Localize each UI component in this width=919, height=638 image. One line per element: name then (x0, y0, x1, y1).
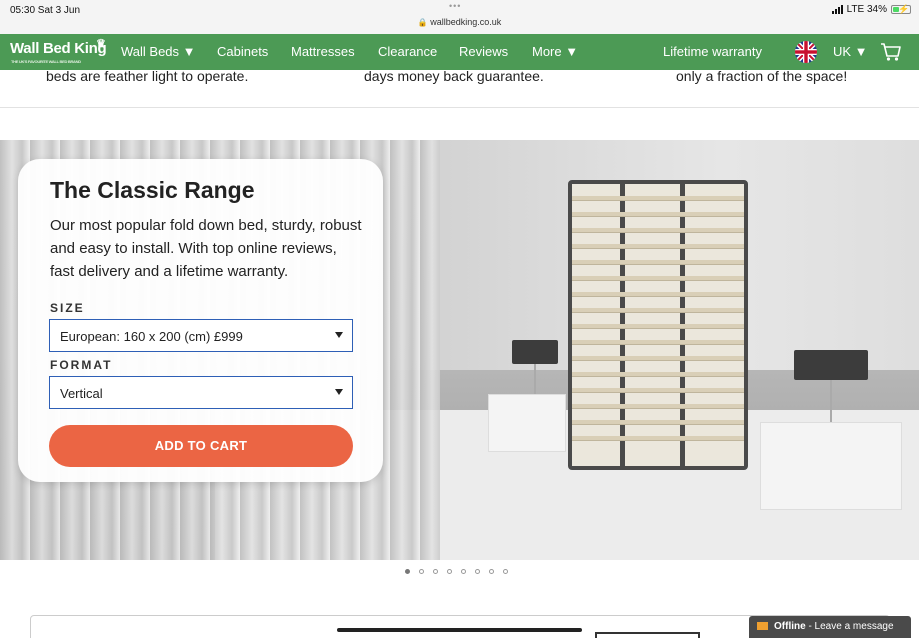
carousel-dot[interactable] (503, 569, 508, 574)
chat-widget[interactable]: Offline - Leave a message (749, 616, 911, 638)
status-time: 05:30 Sat 3 Jun (10, 5, 81, 16)
product-title: The Classic Range (50, 177, 255, 203)
region-selector[interactable]: UK ▼ (833, 44, 868, 59)
nav-item-cabinets[interactable]: Cabinets (217, 44, 268, 59)
battery-icon: ⚡ (891, 4, 911, 14)
network-status: LTE 34% (846, 4, 887, 15)
right-lamp (794, 350, 868, 380)
carousel-dot[interactable] (447, 569, 452, 574)
left-nightstand (488, 394, 566, 452)
address-bar[interactable]: 🔒 wallbedking.co.uk (0, 17, 919, 27)
carousel-dot[interactable] (419, 569, 424, 574)
status-bar: 05:30 Sat 3 Jun ••• 🔒 wallbedking.co.uk … (0, 0, 919, 34)
usp-strip: beds are feather light to operate. days … (0, 68, 919, 108)
cart-icon[interactable] (880, 42, 902, 67)
carousel-dots (405, 569, 508, 574)
dropdown-caret-icon (335, 389, 343, 395)
usp-text-right: only a fraction of the space! (676, 68, 848, 84)
crown-icon: ♛ (96, 38, 106, 50)
lifetime-warranty-link[interactable]: Lifetime warranty (663, 44, 762, 59)
uk-flag-icon[interactable] (795, 41, 817, 63)
dropdown-caret-icon (335, 332, 343, 338)
main-navigation: Wall Bed King ♛ THE UK'S FAVOURITE WALL … (0, 34, 919, 70)
site-logo[interactable]: Wall Bed King ♛ THE UK'S FAVOURITE WALL … (10, 38, 107, 64)
section-heading-bar (337, 628, 582, 632)
size-label: SIZE (50, 301, 85, 315)
add-to-cart-button[interactable]: ADD TO CART (49, 425, 353, 467)
size-select[interactable]: European: 160 x 200 (cm) £999 (49, 319, 353, 352)
chat-status: Offline (774, 621, 806, 632)
format-label: FORMAT (50, 358, 113, 372)
format-select[interactable]: Vertical (49, 376, 353, 409)
signal-icon (831, 5, 843, 14)
page: 05:30 Sat 3 Jun ••• 🔒 wallbedking.co.uk … (0, 0, 919, 638)
product-description: Our most popular fold down bed, sturdy, … (50, 217, 362, 280)
carousel-dot[interactable] (489, 569, 494, 574)
carousel-dot[interactable] (475, 569, 480, 574)
nav-item-more[interactable]: More ▼ (532, 44, 578, 59)
left-lamp (512, 340, 558, 364)
mail-icon (757, 622, 768, 630)
logo-tagline: THE UK'S FAVOURITE WALL BED BRAND (11, 59, 81, 64)
logo-text: Wall Bed King (10, 40, 107, 57)
nav-item-reviews[interactable]: Reviews (459, 44, 508, 59)
carousel-dot[interactable] (461, 569, 466, 574)
nav-item-clearance[interactable]: Clearance (378, 44, 437, 59)
carousel-dot[interactable] (405, 569, 410, 574)
carousel-dot[interactable] (433, 569, 438, 574)
status-indicators: LTE 34% ⚡ (831, 4, 911, 15)
right-nightstand (760, 422, 902, 510)
chat-message: - Leave a message (805, 621, 894, 632)
size-select-value: European: 160 x 200 (cm) £999 (60, 329, 243, 344)
url-text: wallbedking.co.uk (430, 17, 502, 27)
usp-text-left: beds are feather light to operate. (46, 68, 249, 84)
format-select-value: Vertical (60, 386, 103, 401)
tab-dots-icon[interactable]: ••• (449, 1, 461, 11)
usp-text-middle: days money back guarantee. (364, 68, 544, 84)
nav-item-mattresses[interactable]: Mattresses (291, 44, 355, 59)
nav-item-wall-beds[interactable]: Wall Beds ▼ (121, 44, 196, 59)
wall-bed-image (568, 180, 748, 470)
product-card: The Classic Range Our most popular fold … (18, 159, 383, 482)
section-image (595, 632, 700, 638)
lock-icon: 🔒 (417, 18, 428, 27)
